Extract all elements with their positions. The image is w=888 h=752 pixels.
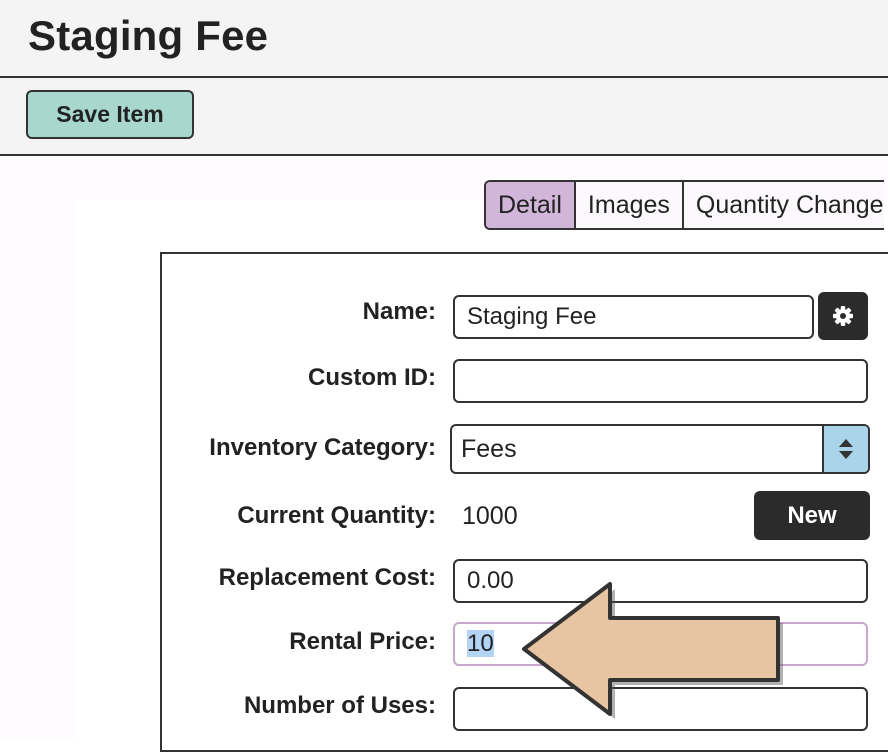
left-arrow-callout-icon xyxy=(522,582,783,719)
number-of-uses-label: Number of Uses: xyxy=(243,692,436,719)
current-quantity-value: 1000 xyxy=(462,502,518,530)
inventory-category-label: Inventory Category: xyxy=(209,434,436,461)
tab-bar: Detail Images Quantity Change xyxy=(484,180,884,230)
current-quantity-label: Current Quantity: xyxy=(237,502,436,529)
page-title: Staging Fee xyxy=(28,12,269,59)
tab-images[interactable]: Images xyxy=(575,182,684,228)
inventory-category-select[interactable]: Fees xyxy=(450,424,870,474)
page-header: Staging Fee xyxy=(0,0,888,78)
rental-price-value: 10 xyxy=(467,630,494,657)
custom-id-label: Custom ID: xyxy=(308,364,436,391)
name-input[interactable] xyxy=(453,295,814,339)
custom-id-input[interactable] xyxy=(453,359,868,403)
inventory-category-value: Fees xyxy=(461,435,517,463)
save-item-button[interactable]: Save Item xyxy=(26,90,194,139)
tab-detail[interactable]: Detail xyxy=(486,182,576,228)
new-quantity-button[interactable]: New xyxy=(754,491,870,540)
toolbar: Save Item xyxy=(0,78,888,156)
gear-icon xyxy=(833,306,853,326)
replacement-cost-label: Replacement Cost: xyxy=(218,564,436,591)
rental-price-label: Rental Price: xyxy=(289,628,436,655)
tab-quantity-change[interactable]: Quantity Change xyxy=(683,182,884,228)
settings-button[interactable] xyxy=(818,292,868,340)
up-down-arrows-icon xyxy=(822,426,868,472)
name-label: Name: xyxy=(362,298,436,325)
